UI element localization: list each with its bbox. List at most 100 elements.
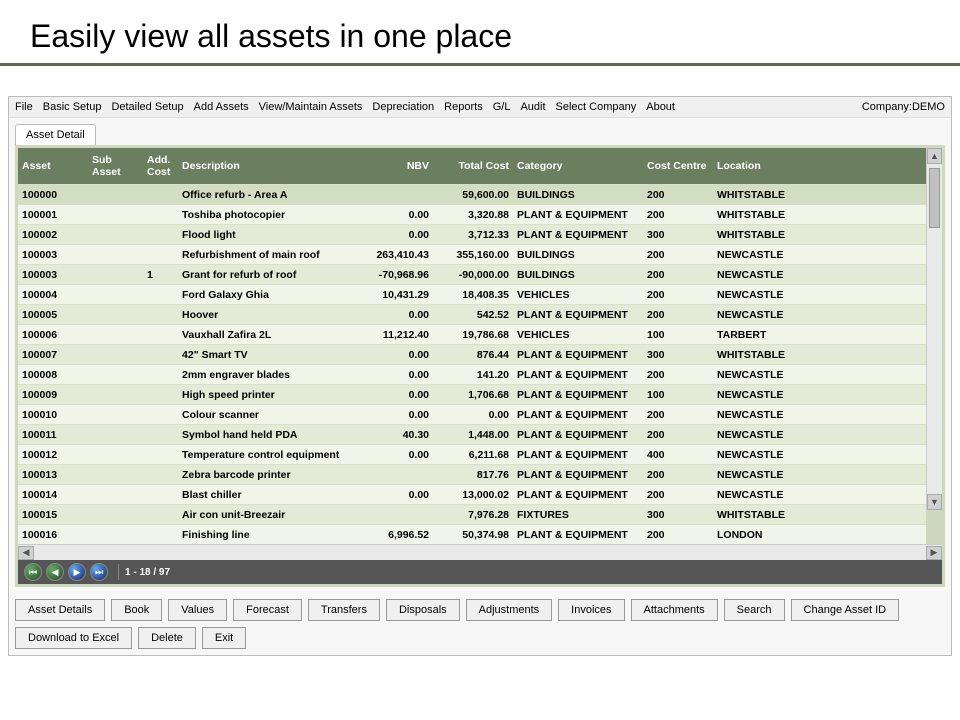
cell-desc: Air con unit-Breezair <box>178 505 358 525</box>
attachments-button[interactable]: Attachments <box>631 599 718 621</box>
horizontal-scrollbar[interactable]: ◀ ▶ <box>18 544 942 560</box>
cell-sub <box>88 385 143 405</box>
table-row[interactable]: 100013Zebra barcode printer817.76PLANT &… <box>18 465 926 485</box>
asset-details-button[interactable]: Asset Details <box>15 599 105 621</box>
exit-button[interactable]: Exit <box>202 627 246 649</box>
menu-depreciation[interactable]: Depreciation <box>372 101 434 113</box>
table-row[interactable]: 100005Hoover0.00542.52PLANT & EQUIPMENT2… <box>18 305 926 325</box>
table-row[interactable]: 100012Temperature control equipment0.006… <box>18 445 926 465</box>
table-row[interactable]: 10000742" Smart TV0.00876.44PLANT & EQUI… <box>18 345 926 365</box>
cell-loc: TARBERT <box>713 325 926 345</box>
menu-file[interactable]: File <box>15 101 33 113</box>
transfers-button[interactable]: Transfers <box>308 599 380 621</box>
table-row[interactable]: 100011Symbol hand held PDA40.301,448.00P… <box>18 425 926 445</box>
cell-add: 1 <box>143 265 178 285</box>
cell-asset: 100008 <box>18 365 88 385</box>
col-sub-asset[interactable]: Sub Asset <box>88 148 143 185</box>
cell-sub <box>88 405 143 425</box>
table-row[interactable]: 100000Office refurb - Area A59,600.00BUI… <box>18 185 926 205</box>
cell-nbv: 11,212.40 <box>358 325 433 345</box>
menu-basic-setup[interactable]: Basic Setup <box>43 101 102 113</box>
cell-asset: 100002 <box>18 225 88 245</box>
table-row[interactable]: 100003Refurbishment of main roof263,410.… <box>18 245 926 265</box>
cell-cat: PLANT & EQUIPMENT <box>513 525 643 545</box>
adjustments-button[interactable]: Adjustments <box>466 599 553 621</box>
scroll-left-icon[interactable]: ◀ <box>18 546 34 560</box>
cell-asset: 100005 <box>18 305 88 325</box>
cell-asset: 100013 <box>18 465 88 485</box>
change-asset-id-button[interactable]: Change Asset ID <box>791 599 900 621</box>
cell-loc: WHITSTABLE <box>713 225 926 245</box>
menu-g-l[interactable]: G/L <box>493 101 511 113</box>
cell-total: 817.76 <box>433 465 513 485</box>
table-row[interactable]: 100001Toshiba photocopier0.003,320.88PLA… <box>18 205 926 225</box>
menu-about[interactable]: About <box>646 101 675 113</box>
cell-desc: Office refurb - Area A <box>178 185 358 205</box>
table-row[interactable]: 1000031Grant for refurb of roof-70,968.9… <box>18 265 926 285</box>
values-button[interactable]: Values <box>168 599 227 621</box>
menu-add-assets[interactable]: Add Assets <box>194 101 249 113</box>
book-button[interactable]: Book <box>111 599 162 621</box>
search-button[interactable]: Search <box>724 599 785 621</box>
table-row[interactable]: 100006Vauxhall Zafira 2L11,212.4019,786.… <box>18 325 926 345</box>
table-row[interactable]: 100014Blast chiller0.0013,000.02PLANT & … <box>18 485 926 505</box>
cell-sub <box>88 245 143 265</box>
scroll-thumb[interactable] <box>929 168 940 228</box>
vertical-scrollbar[interactable]: ▲ ▼ <box>926 148 942 510</box>
pager-next-button[interactable]: ▶ <box>68 563 86 581</box>
col-asset[interactable]: Asset <box>18 148 88 185</box>
download-to-excel-button[interactable]: Download to Excel <box>15 627 132 649</box>
table-row[interactable]: 100010Colour scanner0.000.00PLANT & EQUI… <box>18 405 926 425</box>
cell-cc: 200 <box>643 285 713 305</box>
col-cost-centre[interactable]: Cost Centre <box>643 148 713 185</box>
forecast-button[interactable]: Forecast <box>233 599 302 621</box>
table-row[interactable]: 1000082mm engraver blades0.00141.20PLANT… <box>18 365 926 385</box>
invoices-button[interactable]: Invoices <box>558 599 624 621</box>
menu-select-company[interactable]: Select Company <box>556 101 637 113</box>
cell-asset: 100007 <box>18 345 88 365</box>
cell-loc: NEWCASTLE <box>713 265 926 285</box>
cell-cat: BUILDINGS <box>513 185 643 205</box>
cell-cc: 200 <box>643 425 713 445</box>
cell-nbv: 0.00 <box>358 385 433 405</box>
cell-loc: NEWCASTLE <box>713 365 926 385</box>
cell-nbv: 6,996.52 <box>358 525 433 545</box>
cell-cc: 200 <box>643 265 713 285</box>
col-nbv[interactable]: NBV <box>358 148 433 185</box>
delete-button[interactable]: Delete <box>138 627 196 649</box>
cell-loc: NEWCASTLE <box>713 465 926 485</box>
col-description[interactable]: Description <box>178 148 358 185</box>
cell-total: 59,600.00 <box>433 185 513 205</box>
cell-total: 141.20 <box>433 365 513 385</box>
table-row[interactable]: 100016Finishing line6,996.5250,374.98PLA… <box>18 525 926 545</box>
col-category[interactable]: Category <box>513 148 643 185</box>
tab-asset-detail[interactable]: Asset Detail <box>15 124 96 145</box>
cell-loc: WHITSTABLE <box>713 345 926 365</box>
scroll-right-icon[interactable]: ▶ <box>926 546 942 560</box>
cell-cat: VEHICLES <box>513 325 643 345</box>
cell-total: 19,786.68 <box>433 325 513 345</box>
scroll-down-icon[interactable]: ▼ <box>927 494 942 510</box>
cell-nbv: 0.00 <box>358 225 433 245</box>
menu-view-maintain-assets[interactable]: View/Maintain Assets <box>259 101 363 113</box>
pager-first-button[interactable]: ⏮ <box>24 563 42 581</box>
disposals-button[interactable]: Disposals <box>386 599 460 621</box>
pager-last-button[interactable]: ⏭ <box>90 563 108 581</box>
menu-reports[interactable]: Reports <box>444 101 483 113</box>
cell-total: 50,374.98 <box>433 525 513 545</box>
cell-sub <box>88 345 143 365</box>
menu-detailed-setup[interactable]: Detailed Setup <box>111 101 183 113</box>
table-row[interactable]: 100015Air con unit-Breezair7,976.28FIXTU… <box>18 505 926 525</box>
col-location[interactable]: Location <box>713 148 926 185</box>
scroll-up-icon[interactable]: ▲ <box>927 148 942 164</box>
col-total-cost[interactable]: Total Cost <box>433 148 513 185</box>
menu-audit[interactable]: Audit <box>520 101 545 113</box>
cell-cc: 200 <box>643 305 713 325</box>
table-row[interactable]: 100004Ford Galaxy Ghia10,431.2918,408.35… <box>18 285 926 305</box>
table-row[interactable]: 100009High speed printer0.001,706.68PLAN… <box>18 385 926 405</box>
col-add-cost[interactable]: Add. Cost <box>143 148 178 185</box>
table-row[interactable]: 100002Flood light0.003,712.33PLANT & EQU… <box>18 225 926 245</box>
pager-prev-button[interactable]: ◀ <box>46 563 64 581</box>
cell-add <box>143 425 178 445</box>
cell-total: 0.00 <box>433 405 513 425</box>
